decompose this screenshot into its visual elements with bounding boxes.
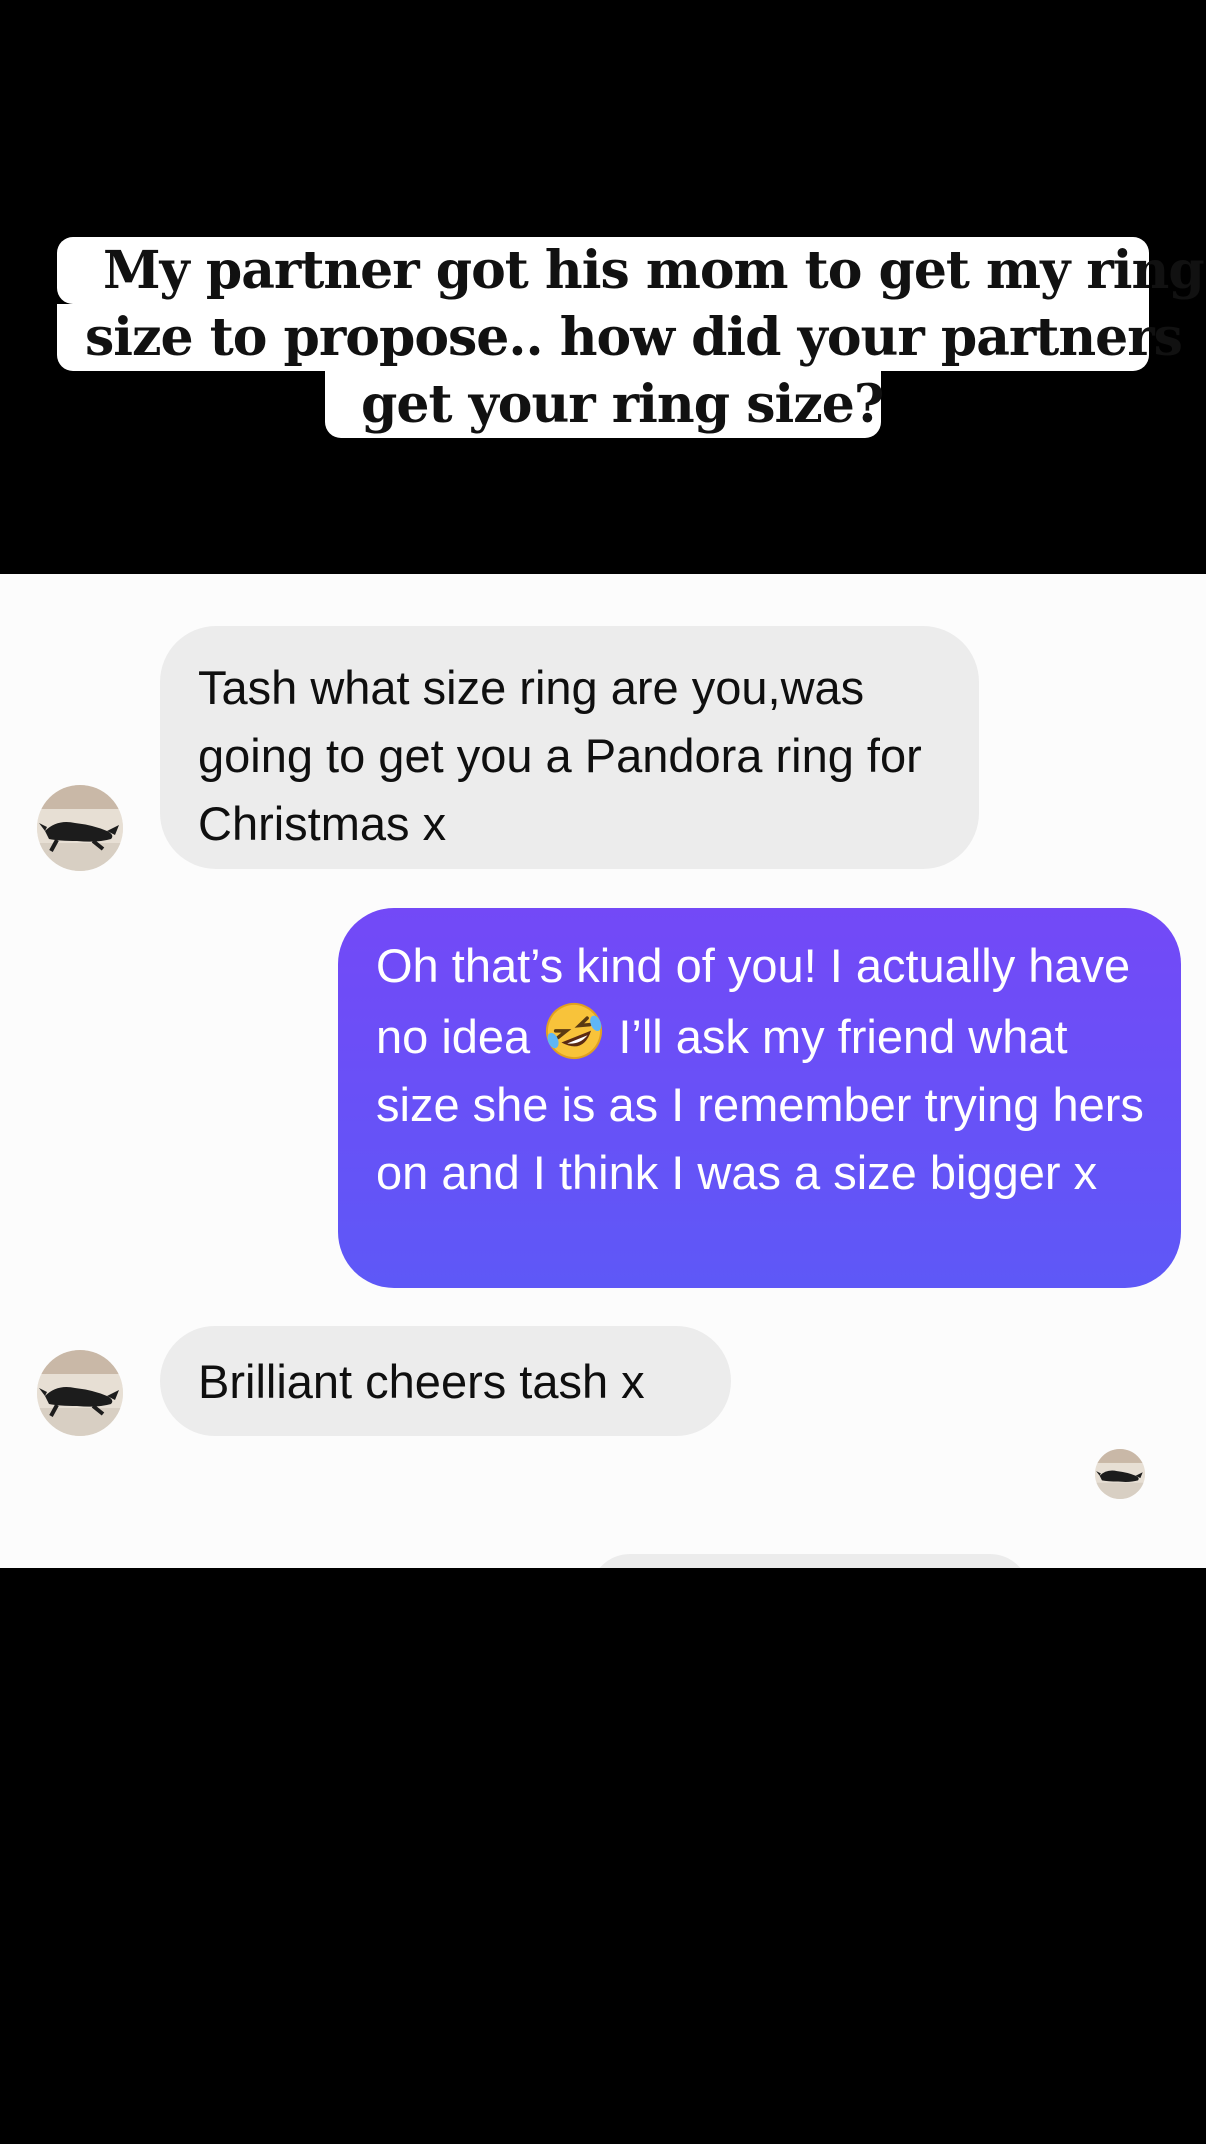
caption-line-1: My partner got his mom to get my ring <box>57 237 1205 304</box>
caption-line-3: get your ring size? <box>325 371 884 438</box>
message-outgoing-1[interactable]: Oh that’s kind of you! I actually have n… <box>338 908 1181 1288</box>
rolling-on-the-floor-laughing-icon <box>543 1000 605 1062</box>
caption-overlay: My partner got his mom to get my ring si… <box>0 237 1206 438</box>
message-incoming-2[interactable]: Brilliant cheers tash x <box>160 1326 731 1436</box>
message-incoming-1[interactable]: Tash what size ring are you,was going to… <box>160 626 979 869</box>
read-receipt-avatar-icon <box>1095 1449 1145 1499</box>
chat-thread: Tash what size ring are you,was going to… <box>0 574 1206 1568</box>
dog-photo-avatar-icon[interactable] <box>37 1350 123 1436</box>
caption-line-2: size to propose.. how did your partners <box>57 304 1183 371</box>
next-message-bubble-partial <box>590 1554 1030 1568</box>
dog-photo-avatar-icon[interactable] <box>37 785 123 871</box>
